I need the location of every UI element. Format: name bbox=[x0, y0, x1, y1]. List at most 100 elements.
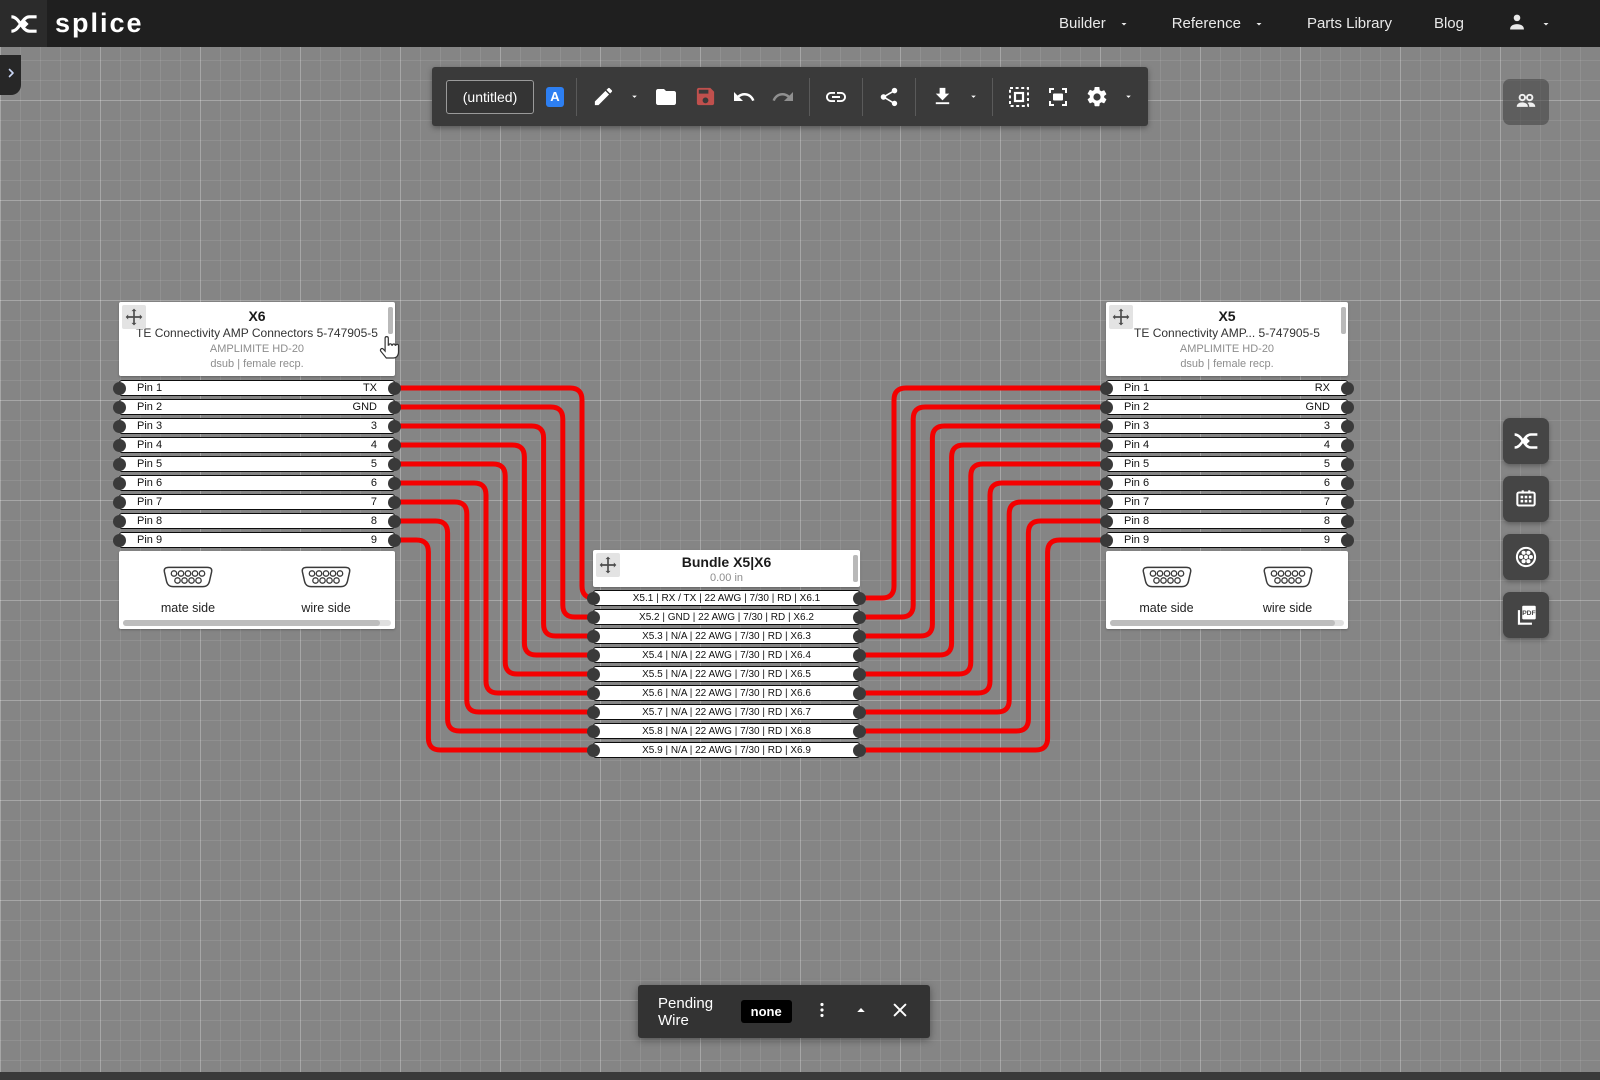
pin-terminal[interactable] bbox=[853, 592, 866, 605]
nav-blog[interactable]: Blog bbox=[1434, 15, 1464, 32]
bundle-wire-row[interactable]: X5.1 | RX / TX | 22 AWG | 7/30 | RD | X6… bbox=[593, 590, 860, 606]
pin-terminal[interactable] bbox=[853, 630, 866, 643]
bundle-wire-row[interactable]: X5.4 | N/A | 22 AWG | 7/30 | RD | X6.4 bbox=[593, 647, 860, 663]
download-button[interactable] bbox=[929, 84, 955, 110]
gear-button[interactable] bbox=[1084, 84, 1110, 110]
splice-tool-button[interactable] bbox=[1503, 418, 1549, 464]
pin-terminal[interactable] bbox=[587, 687, 600, 700]
pin-terminal[interactable] bbox=[853, 611, 866, 624]
pin-row[interactable]: Pin 44 bbox=[1106, 437, 1348, 453]
pin-terminal[interactable] bbox=[1100, 534, 1113, 547]
wire-path[interactable] bbox=[860, 445, 1106, 655]
nav-account[interactable] bbox=[1506, 11, 1552, 37]
bundle-wire-row[interactable]: X5.6 | N/A | 22 AWG | 7/30 | RD | X6.6 bbox=[593, 685, 860, 701]
pin-row[interactable]: Pin 44 bbox=[119, 437, 395, 453]
pin-terminal[interactable] bbox=[1341, 439, 1354, 452]
pin-terminal[interactable] bbox=[388, 515, 401, 528]
pin-terminal[interactable] bbox=[853, 687, 866, 700]
pin-terminal[interactable] bbox=[388, 534, 401, 547]
bundle-wire-row[interactable]: X5.8 | N/A | 22 AWG | 7/30 | RD | X6.8 bbox=[593, 723, 860, 739]
pencil-button[interactable] bbox=[590, 84, 616, 110]
mate-side-view[interactable]: mate side bbox=[1106, 551, 1227, 629]
pin-row[interactable]: Pin 99 bbox=[119, 532, 395, 548]
pin-terminal[interactable] bbox=[113, 439, 126, 452]
pin-terminal[interactable] bbox=[1341, 477, 1354, 490]
move-handle-icon[interactable] bbox=[1109, 305, 1133, 329]
pin-terminal[interactable] bbox=[113, 477, 126, 490]
pin-row[interactable]: Pin 88 bbox=[119, 513, 395, 529]
nav-builder[interactable]: Builder bbox=[1059, 15, 1130, 32]
nav-reference[interactable]: Reference bbox=[1172, 15, 1265, 32]
connector-header[interactable]: X6 TE Connectivity AMP Connectors 5-7479… bbox=[119, 302, 395, 376]
wire-path[interactable] bbox=[860, 540, 1106, 750]
pin-terminal[interactable] bbox=[1100, 496, 1113, 509]
pin-terminal[interactable] bbox=[587, 592, 600, 605]
pin-terminal[interactable] bbox=[1100, 401, 1113, 414]
pin-row[interactable]: Pin 33 bbox=[1106, 418, 1348, 434]
bundle-card[interactable]: Bundle X5|X6 0.00 in X5.1 | RX / TX | 22… bbox=[593, 550, 860, 761]
card-vertical-scrollbar[interactable] bbox=[853, 555, 858, 582]
pin-terminal[interactable] bbox=[587, 611, 600, 624]
bundle-header[interactable]: Bundle X5|X6 0.00 in bbox=[593, 550, 860, 587]
pin-terminal[interactable] bbox=[1100, 420, 1113, 433]
bundle-wire-row[interactable]: X5.2 | GND | 22 AWG | 7/30 | RD | X6.2 bbox=[593, 609, 860, 625]
wire-path[interactable] bbox=[860, 483, 1106, 693]
design-name-field[interactable]: (untitled) bbox=[446, 80, 534, 114]
wire-path[interactable] bbox=[395, 407, 593, 617]
pin-terminal[interactable] bbox=[113, 515, 126, 528]
marquee-button[interactable] bbox=[1006, 84, 1032, 110]
autosave-badge[interactable]: A bbox=[546, 87, 564, 107]
pin-terminal[interactable] bbox=[1341, 420, 1354, 433]
pin-terminal[interactable] bbox=[388, 420, 401, 433]
pin-terminal[interactable] bbox=[1341, 458, 1354, 471]
share-button[interactable] bbox=[876, 84, 902, 110]
pin-row[interactable]: Pin 88 bbox=[1106, 513, 1348, 529]
pin-row[interactable]: Pin 2GND bbox=[1106, 399, 1348, 415]
pin-terminal[interactable] bbox=[1100, 458, 1113, 471]
pin-terminal[interactable] bbox=[853, 706, 866, 719]
pin-terminal[interactable] bbox=[587, 725, 600, 738]
collapse-panel-button[interactable] bbox=[852, 1000, 870, 1024]
pin-row[interactable]: Pin 66 bbox=[1106, 475, 1348, 491]
close-panel-button[interactable] bbox=[890, 1000, 910, 1024]
wire-side-view[interactable]: wire side bbox=[1227, 551, 1348, 629]
schematic-canvas[interactable]: X6 TE Connectivity AMP Connectors 5-7479… bbox=[0, 0, 1600, 1080]
card-horizontal-scrollbar[interactable] bbox=[1110, 620, 1344, 626]
pin-terminal[interactable] bbox=[388, 477, 401, 490]
pin-terminal[interactable] bbox=[1100, 439, 1113, 452]
wire-path[interactable] bbox=[860, 502, 1106, 712]
move-handle-icon[interactable] bbox=[596, 553, 620, 577]
pin-row[interactable]: Pin 55 bbox=[1106, 456, 1348, 472]
scrollbar-thumb[interactable] bbox=[1110, 620, 1335, 626]
pin-terminal[interactable] bbox=[853, 744, 866, 757]
pin-terminal[interactable] bbox=[1341, 401, 1354, 414]
collaborators-button[interactable] bbox=[1503, 79, 1549, 125]
bundle-wire-row[interactable]: X5.3 | N/A | 22 AWG | 7/30 | RD | X6.3 bbox=[593, 628, 860, 644]
wire-path[interactable] bbox=[860, 521, 1106, 731]
pin-terminal[interactable] bbox=[853, 649, 866, 662]
pin-terminal[interactable] bbox=[388, 439, 401, 452]
save-button[interactable] bbox=[692, 84, 718, 110]
undo-button[interactable] bbox=[731, 84, 757, 110]
pin-terminal[interactable] bbox=[388, 382, 401, 395]
redo-button[interactable] bbox=[770, 84, 796, 110]
pin-terminal[interactable] bbox=[113, 458, 126, 471]
pin-terminal[interactable] bbox=[113, 496, 126, 509]
wire-path[interactable] bbox=[860, 388, 1106, 598]
pin-terminal[interactable] bbox=[1341, 382, 1354, 395]
pin-terminal[interactable] bbox=[587, 706, 600, 719]
bundle-wire-row[interactable]: X5.5 | N/A | 22 AWG | 7/30 | RD | X6.5 bbox=[593, 666, 860, 682]
wire-path[interactable] bbox=[860, 407, 1106, 617]
move-handle-icon[interactable] bbox=[122, 305, 146, 329]
card-vertical-scrollbar[interactable] bbox=[1341, 307, 1346, 334]
folder-button[interactable] bbox=[653, 84, 679, 110]
wire-path[interactable] bbox=[860, 426, 1106, 636]
pin-row[interactable]: Pin 2GND bbox=[119, 399, 395, 415]
pin-terminal[interactable] bbox=[1100, 382, 1113, 395]
pin-row[interactable]: Pin 33 bbox=[119, 418, 395, 434]
chevron-down-icon[interactable] bbox=[1123, 91, 1134, 102]
pin-terminal[interactable] bbox=[853, 725, 866, 738]
pin-terminal[interactable] bbox=[1341, 496, 1354, 509]
pin-terminal[interactable] bbox=[587, 630, 600, 643]
scrollbar-thumb[interactable] bbox=[123, 620, 380, 626]
